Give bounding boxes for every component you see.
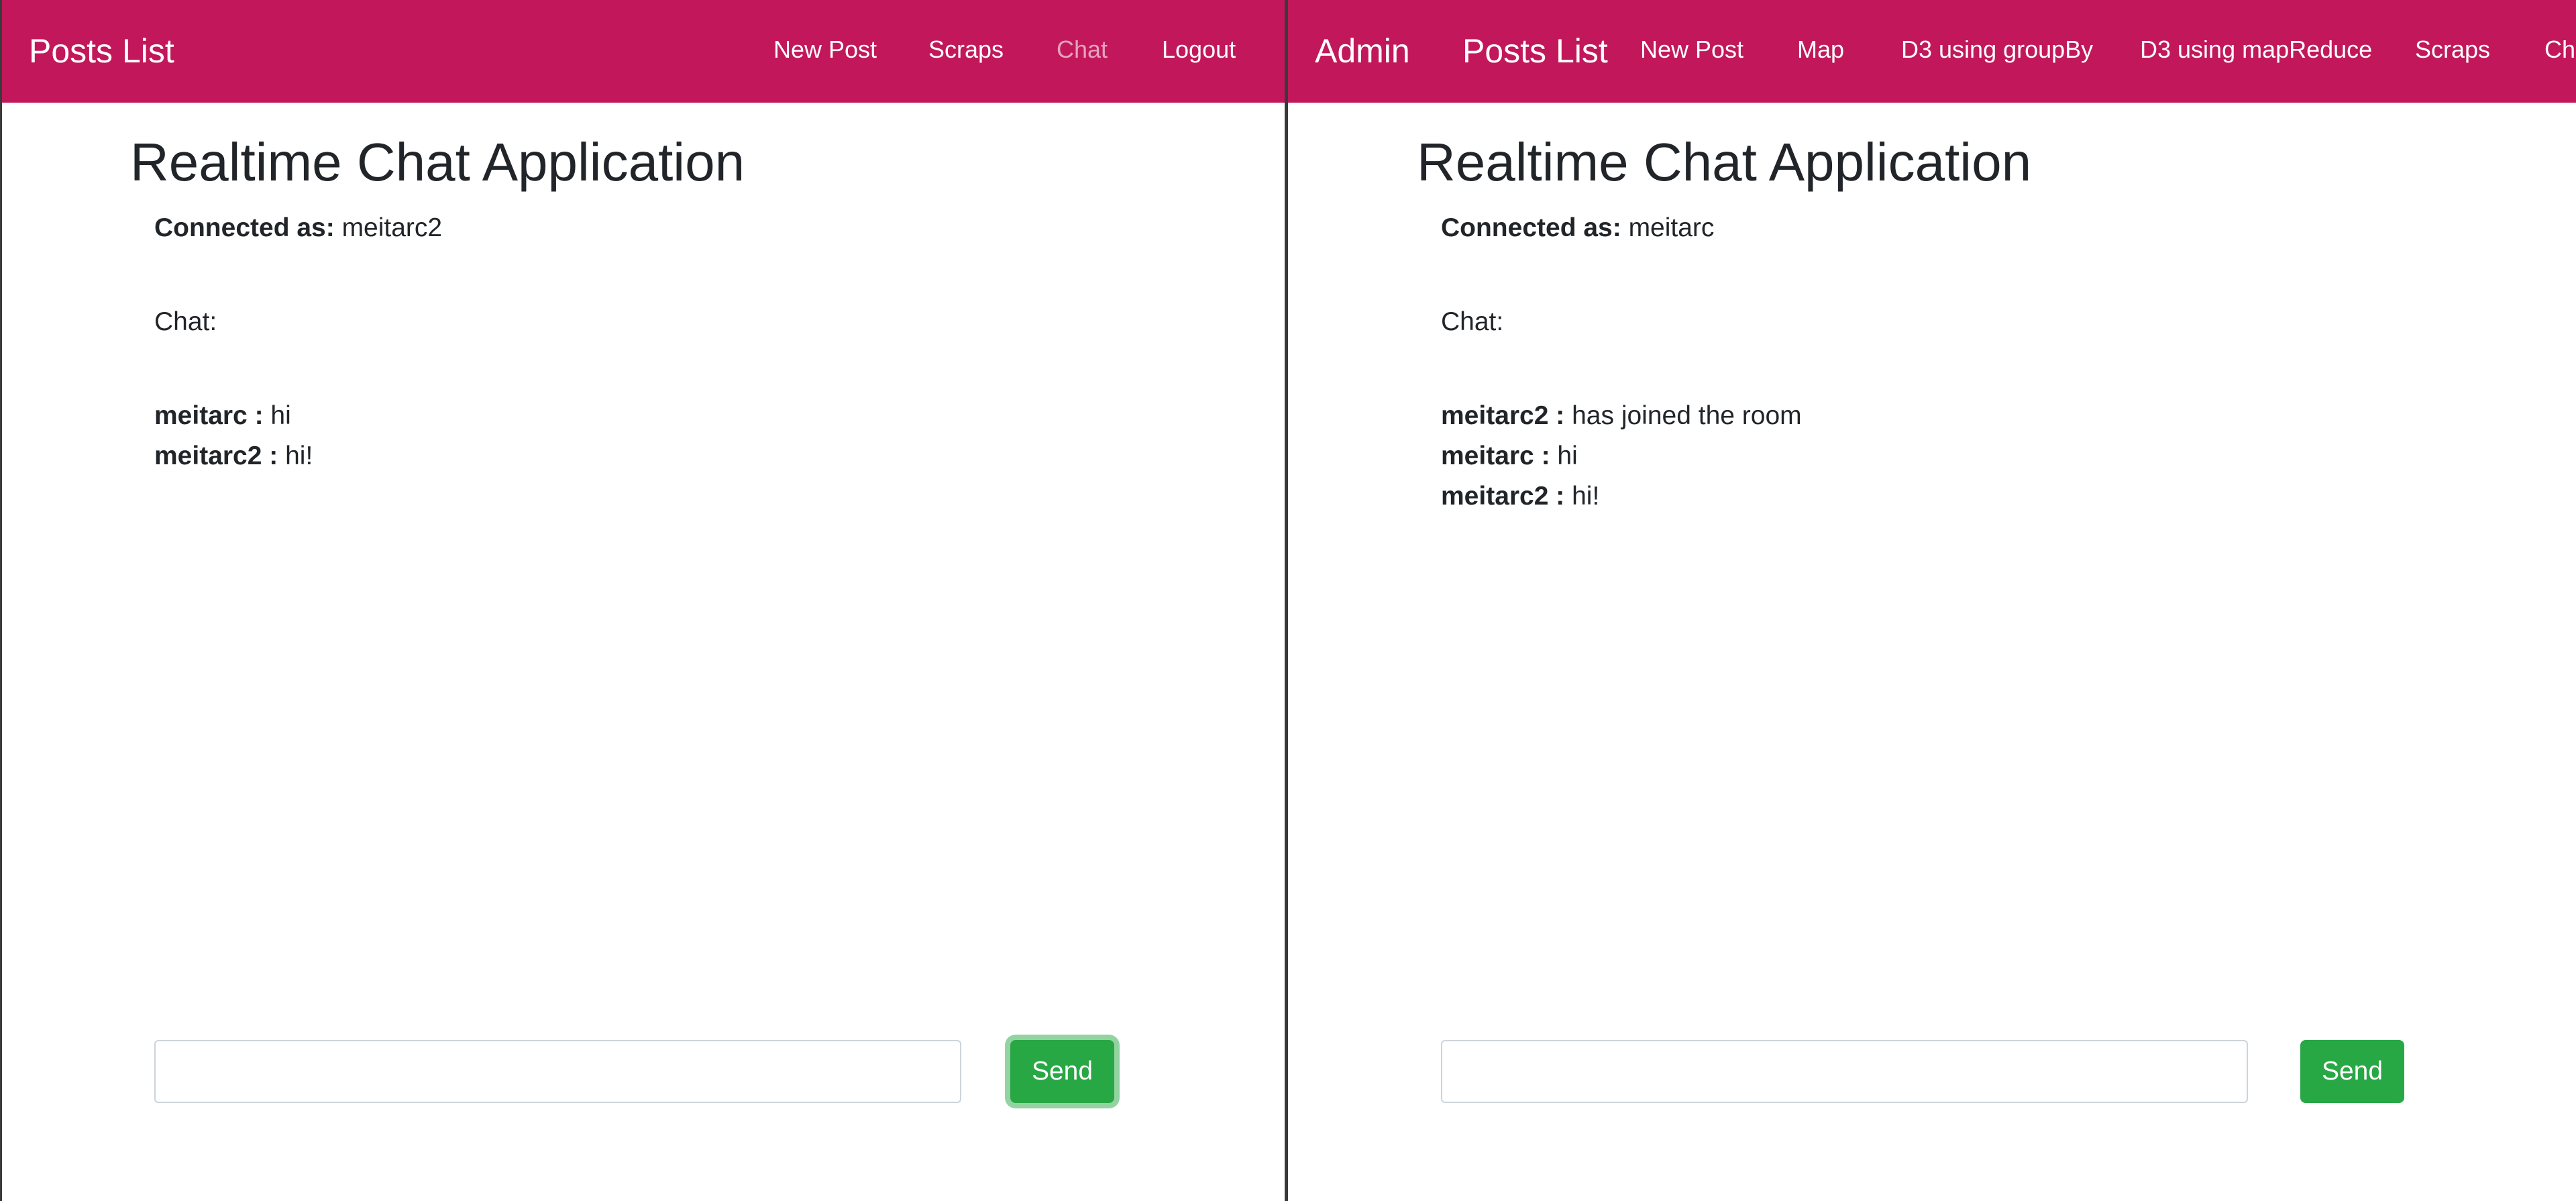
nav-link-logout[interactable]: Logout [1162, 0, 1236, 103]
chat-message: meitarc2 : hi! [1441, 476, 1802, 517]
chat-message: meitarc2 : hi! [154, 436, 313, 476]
message-text: hi [270, 401, 291, 430]
navbar: Posts List New Post Scraps Chat Logout [2, 0, 1285, 103]
nav-link-chat[interactable]: Ch [2544, 0, 2575, 103]
message-input[interactable] [1441, 1040, 2248, 1103]
page-title: Realtime Chat Application [1417, 132, 2032, 192]
message-user: meitarc2 : [154, 441, 278, 470]
nav-link-scraps[interactable]: Scraps [2415, 0, 2490, 103]
nav-link-scraps[interactable]: Scraps [928, 0, 1004, 103]
navbar-brand[interactable]: Posts List [29, 0, 174, 103]
connected-user: meitarc2 [341, 213, 443, 242]
screen: Posts List New Post Scraps Chat Logout R… [0, 0, 2576, 1201]
right-window: Admin Posts List New Post Map D3 using g… [1288, 0, 2576, 1201]
chat-label: Chat: [1441, 307, 1504, 336]
send-button[interactable]: Send [1010, 1040, 1114, 1103]
message-list: meitarc : hi meitarc2 : hi! [154, 396, 313, 476]
message-text: hi [1557, 441, 1578, 470]
message-text: has joined the room [1572, 401, 1802, 430]
connected-label: Connected as: [154, 213, 335, 242]
message-text: hi! [285, 441, 313, 470]
message-user: meitarc : [154, 401, 264, 430]
navbar-brand-posts-list[interactable]: Posts List [1462, 0, 1608, 103]
navbar-brand-admin[interactable]: Admin [1315, 0, 1410, 103]
nav-link-map[interactable]: Map [1797, 0, 1844, 103]
message-input[interactable] [154, 1040, 961, 1103]
chat-label: Chat: [154, 307, 217, 336]
nav-link-new-post[interactable]: New Post [1640, 0, 1743, 103]
page-title: Realtime Chat Application [130, 132, 745, 192]
message-user: meitarc : [1441, 441, 1550, 470]
nav-link-d3-groupby[interactable]: D3 using groupBy [1901, 0, 2093, 103]
chat-message: meitarc : hi [1441, 436, 1802, 476]
message-list: meitarc2 : has joined the room meitarc :… [1441, 396, 1802, 517]
left-window: Posts List New Post Scraps Chat Logout R… [0, 0, 1288, 1201]
navbar: Admin Posts List New Post Map D3 using g… [1288, 0, 2576, 103]
nav-link-d3-mapreduce[interactable]: D3 using mapReduce [2140, 0, 2372, 103]
chat-message: meitarc2 : has joined the room [1441, 396, 1802, 436]
connected-status: Connected as: meitarc2 [154, 209, 442, 247]
send-button[interactable]: Send [2300, 1040, 2404, 1103]
nav-link-chat[interactable]: Chat [1057, 0, 1108, 103]
nav-link-new-post[interactable]: New Post [773, 0, 877, 103]
connected-user: meitarc [1628, 213, 1715, 242]
message-user: meitarc2 : [1441, 401, 1565, 430]
connected-status: Connected as: meitarc [1441, 209, 1714, 247]
chat-message: meitarc : hi [154, 396, 313, 436]
connected-label: Connected as: [1441, 213, 1621, 242]
message-text: hi! [1572, 482, 1600, 511]
message-user: meitarc2 : [1441, 482, 1565, 511]
